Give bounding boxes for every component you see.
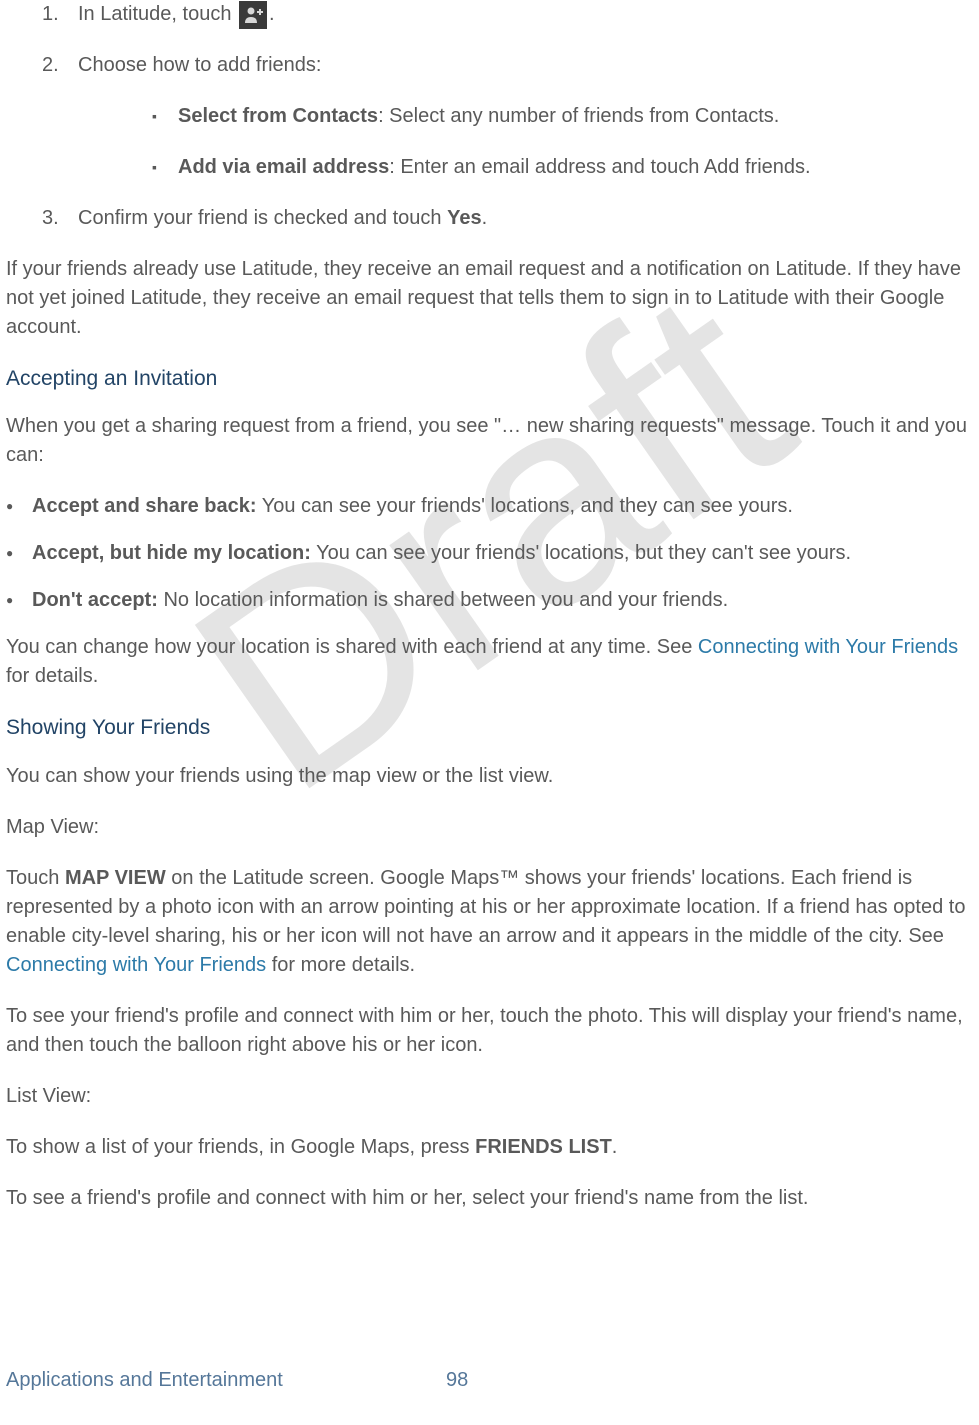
text-part: for more details. xyxy=(266,954,415,976)
numbered-steps: 1. In Latitude, touch . 2. Choose how to… xyxy=(6,0,979,233)
step-text-end: . xyxy=(482,207,488,229)
connecting-friends-link[interactable]: Connecting with Your Friends xyxy=(698,636,958,658)
text-part: You can change how your location is shar… xyxy=(6,636,698,658)
listview-details: To show a list of your friends, in Googl… xyxy=(6,1133,979,1162)
connecting-friends-link[interactable]: Connecting with Your Friends xyxy=(6,954,266,976)
option-desc: : Enter an email address and touch Add f… xyxy=(389,156,810,178)
step-number: 1. xyxy=(42,0,59,29)
text-part: To show a list of your friends, in Googl… xyxy=(6,1136,475,1158)
mapview-profile: To see your friend's profile and connect… xyxy=(6,1002,979,1060)
mapview-bold: MAP VIEW xyxy=(65,867,166,889)
step-text: In Latitude, touch xyxy=(78,3,237,25)
step-number: 3. xyxy=(42,204,59,233)
option-accept-hide: Accept, but hide my location: You can se… xyxy=(6,539,979,568)
listview-profile: To see a friend's profile and connect wi… xyxy=(6,1184,979,1213)
accept-options-list: Accept and share back: You can see your … xyxy=(6,492,979,615)
step-text-end: . xyxy=(269,3,275,25)
option-desc: You can see your friends' locations, and… xyxy=(257,495,793,517)
option-title: Don't accept: xyxy=(32,589,158,611)
accepting-intro: When you get a sharing request from a fr… xyxy=(6,412,979,470)
step-text: Choose how to add friends: xyxy=(78,54,322,76)
step-text: Confirm your friend is checked and touch xyxy=(78,207,447,229)
option-desc: No location information is shared betwee… xyxy=(158,589,728,611)
option-desc: : Select any number of friends from Cont… xyxy=(378,105,779,127)
heading-showing: Showing Your Friends xyxy=(6,713,979,743)
friendslist-bold: FRIENDS LIST xyxy=(475,1136,612,1158)
sub-option-contacts: Select from Contacts: Select any number … xyxy=(78,102,979,131)
add-friend-icon xyxy=(239,1,267,29)
step-3: 3. Confirm your friend is checked and to… xyxy=(6,204,979,233)
step-2: 2. Choose how to add friends: Select fro… xyxy=(6,51,979,182)
option-title: Accept and share back: xyxy=(32,495,257,517)
step-1: 1. In Latitude, touch . xyxy=(6,0,979,29)
listview-label: List View: xyxy=(6,1082,979,1111)
page-number: 98 xyxy=(446,1366,468,1395)
step-number: 2. xyxy=(42,51,59,80)
option-dont-accept: Don't accept: No location information is… xyxy=(6,586,979,615)
yes-label: Yes xyxy=(447,207,481,229)
showing-intro: You can show your friends using the map … xyxy=(6,762,979,791)
mapview-label: Map View: xyxy=(6,813,979,842)
option-desc: You can see your friends' locations, but… xyxy=(311,542,851,564)
option-accept-share: Accept and share back: You can see your … xyxy=(6,492,979,521)
mapview-details: Touch MAP VIEW on the Latitude screen. G… xyxy=(6,864,979,980)
option-title: Select from Contacts xyxy=(178,105,378,127)
page-footer: Applications and Entertainment 98 xyxy=(6,1366,966,1395)
text-part: for details. xyxy=(6,665,98,687)
existing-friends-info: If your friends already use Latitude, th… xyxy=(6,255,979,342)
text-part: Touch xyxy=(6,867,65,889)
text-part: . xyxy=(612,1136,618,1158)
option-title: Add via email address xyxy=(178,156,389,178)
heading-accepting: Accepting an Invitation xyxy=(6,364,979,394)
change-sharing-info: You can change how your location is shar… xyxy=(6,633,979,691)
option-title: Accept, but hide my location: xyxy=(32,542,311,564)
footer-section: Applications and Entertainment xyxy=(6,1369,283,1391)
sub-option-email: Add via email address: Enter an email ad… xyxy=(78,153,979,182)
